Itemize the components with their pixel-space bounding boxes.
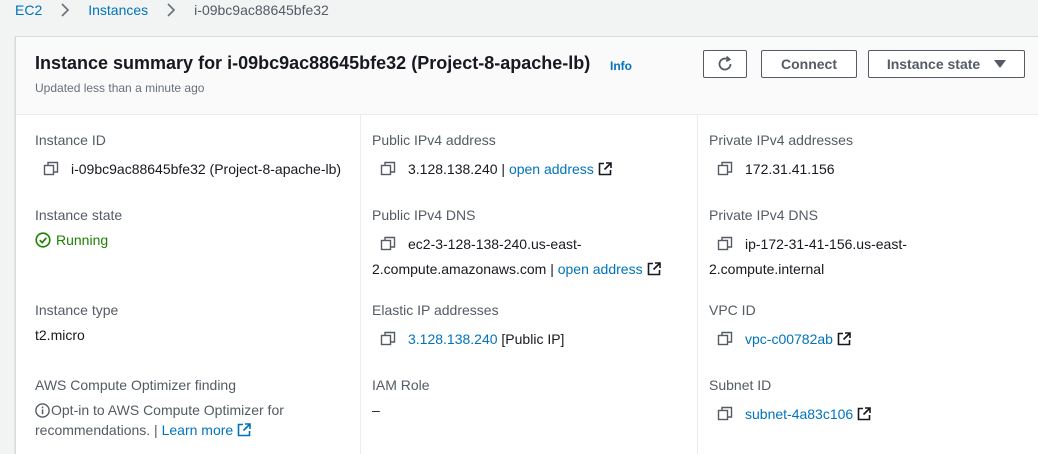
instance-summary-panel: Instance summary for i-09bc9ac88645bfe32… [15,36,1038,454]
instance-type-label: Instance type [35,302,119,318]
instance-id-value: i-09bc9ac88645bfe32 (Project-8-apache-lb… [43,159,341,179]
instance-state-button-label: Instance state [886,56,981,72]
elastic-ip-suffix: [Public IP] [501,331,565,347]
compute-optimizer-line2: recommendations. | Learn more [35,420,251,440]
iam-role-value: – [372,402,380,418]
breadcrumb-ec2[interactable]: EC2 [15,2,42,18]
public-ipv4-value: 3.128.138.240 | open address [380,159,612,179]
instance-state-button[interactable]: Instance state [868,50,1025,78]
copy-icon[interactable] [380,236,396,252]
compute-optimizer-text: Opt-in to AWS Compute Optimizer for [51,402,284,418]
iam-role-label: IAM Role [372,377,430,393]
connect-button-label: Connect [781,56,837,72]
public-dns-line1: ec2-3-128-138-240.us-east- [380,234,582,254]
elastic-ip-value: 3.128.138.240 [Public IP] [380,329,564,349]
chevron-right-icon [162,3,180,17]
connect-button[interactable]: Connect [761,50,857,78]
external-link-icon[interactable] [237,423,251,437]
elastic-ip-link[interactable]: 3.128.138.240 [408,331,498,347]
private-dns-text1: ip-172-31-41-156.us-east- [745,236,907,252]
info-link[interactable]: Info [610,59,632,73]
copy-icon[interactable] [380,161,396,177]
private-dns-line2: 2.compute.internal [709,261,825,277]
external-link-icon[interactable] [647,262,661,276]
copy-icon[interactable] [717,331,733,347]
public-ipv4-label: Public IPv4 address [372,132,496,148]
external-link-icon[interactable] [857,407,872,421]
instance-state-value: Running [35,230,108,250]
instance-id-label: Instance ID [35,132,106,148]
breadcrumb-current: i-09bc9ac88645bfe32 [194,2,329,18]
chevron-right-icon [56,3,74,17]
subnet-id-link[interactable]: subnet-4a83c106 [745,406,853,422]
panel-header: Instance summary for i-09bc9ac88645bfe32… [16,37,1038,115]
column-divider [360,115,361,454]
open-address-link[interactable]: open address [558,261,643,277]
public-dns-line2: 2.compute.amazonaws.com | open address [372,259,661,279]
copy-icon[interactable] [717,236,733,252]
breadcrumb: EC2 Instances i-09bc9ac88645bfe32 [15,0,329,20]
copy-icon[interactable] [43,161,59,177]
private-dns-label: Private IPv4 DNS [709,207,818,223]
private-ipv4-text: 172.31.41.156 [745,161,835,177]
refresh-icon [716,55,734,73]
vpc-id-link[interactable]: vpc-c00782ab [745,331,833,347]
public-ipv4-text: 3.128.138.240 | [408,161,506,177]
instance-type-value: t2.micro [35,327,85,343]
private-ipv4-label: Private IPv4 addresses [709,132,853,148]
copy-icon[interactable] [717,406,733,422]
refresh-button[interactable] [703,50,747,78]
open-address-link[interactable]: open address [509,161,594,177]
compute-optimizer-label: AWS Compute Optimizer finding [35,377,236,393]
vpc-id-value: vpc-c00782ab [717,329,851,349]
column-divider [697,115,698,454]
copy-icon[interactable] [717,161,733,177]
private-dns-line1: ip-172-31-41-156.us-east- [717,234,907,254]
private-ipv4-value: 172.31.41.156 [717,159,835,179]
external-link-icon[interactable] [837,332,851,346]
copy-icon[interactable] [380,331,396,347]
learn-more-link[interactable]: Learn more [162,422,234,438]
running-status: Running [56,232,109,248]
caret-down-icon [994,60,1007,68]
elastic-ip-label: Elastic IP addresses [372,302,499,318]
updated-text: Updated less than a minute ago [35,81,205,95]
breadcrumb-instances[interactable]: Instances [88,2,148,18]
public-dns-label: Public IPv4 DNS [372,207,476,223]
external-link-icon[interactable] [598,162,612,176]
check-circle-icon [35,232,51,248]
instance-state-label: Instance state [35,207,123,223]
info-circle-icon [35,403,50,418]
public-dns-text1: ec2-3-128-138-240.us-east- [408,236,582,252]
page-title: Instance summary for i-09bc9ac88645bfe32… [35,53,591,73]
subnet-id-label: Subnet ID [709,377,772,393]
vpc-id-label: VPC ID [709,302,756,318]
instance-id-text: i-09bc9ac88645bfe32 (Project-8-apache-lb… [71,161,342,177]
subnet-id-value: subnet-4a83c106 [717,404,872,424]
compute-optimizer-line1: Opt-in to AWS Compute Optimizer for [35,400,284,420]
compute-optimizer-text2: recommendations. | [35,422,158,438]
public-dns-text2: 2.compute.amazonaws.com | [372,261,554,277]
